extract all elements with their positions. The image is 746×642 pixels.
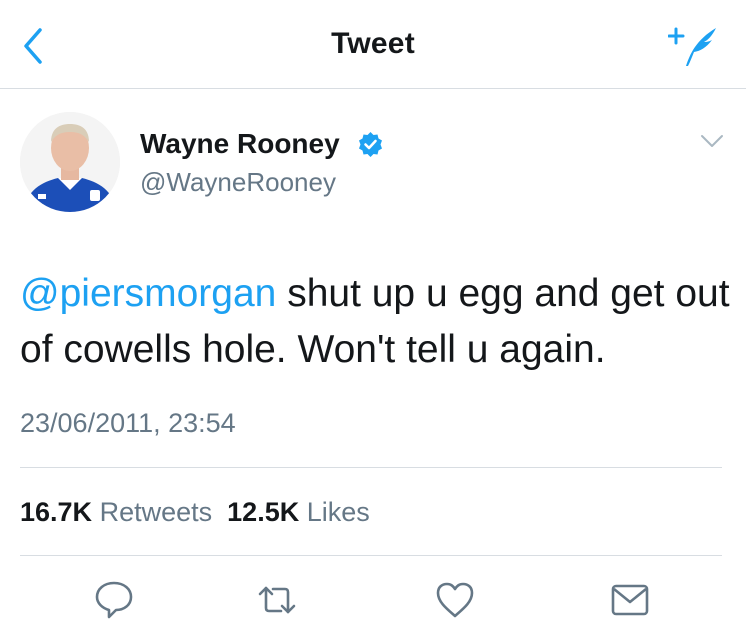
reply-icon: [95, 581, 133, 619]
navigation-bar: Tweet: [0, 0, 746, 89]
avatar[interactable]: [20, 112, 120, 212]
tweet-text: @piersmorgan shut up u egg and get out o…: [20, 266, 730, 378]
avatar-image: [20, 112, 120, 212]
tweet-timestamp: 23/06/2011, 23:54: [20, 408, 236, 438]
verified-badge-icon: [359, 132, 382, 157]
chevron-down-icon: [701, 135, 723, 147]
divider: [20, 555, 722, 556]
retweet-icon: [258, 586, 296, 614]
likes-count: 12.5K: [227, 497, 300, 527]
retweets-count: 16.7K: [20, 497, 93, 527]
heart-icon: [436, 582, 474, 618]
retweets-stat[interactable]: 16.7K Retweets: [20, 497, 212, 527]
compose-tweet-button[interactable]: [667, 24, 720, 68]
likes-stat[interactable]: 12.5K Likes: [227, 497, 370, 527]
divider: [20, 467, 722, 468]
like-button[interactable]: [433, 578, 477, 622]
author-name[interactable]: Wayne Rooney: [140, 128, 340, 160]
reply-button[interactable]: [92, 578, 136, 622]
compose-quill-icon: [667, 27, 716, 66]
page-title: Tweet: [331, 27, 415, 60]
retweets-label: Retweets: [99, 497, 213, 527]
tweet-stats: 16.7K Retweets 12.5K Likes: [20, 497, 370, 528]
direct-message-button[interactable]: [608, 578, 652, 622]
mention-link[interactable]: @piersmorgan: [20, 272, 276, 315]
author-handle[interactable]: @WayneRooney: [140, 167, 336, 198]
tweet-options-caret[interactable]: [700, 133, 724, 149]
envelope-icon: [611, 584, 649, 616]
retweet-button[interactable]: [255, 578, 299, 622]
likes-label: Likes: [306, 497, 370, 527]
